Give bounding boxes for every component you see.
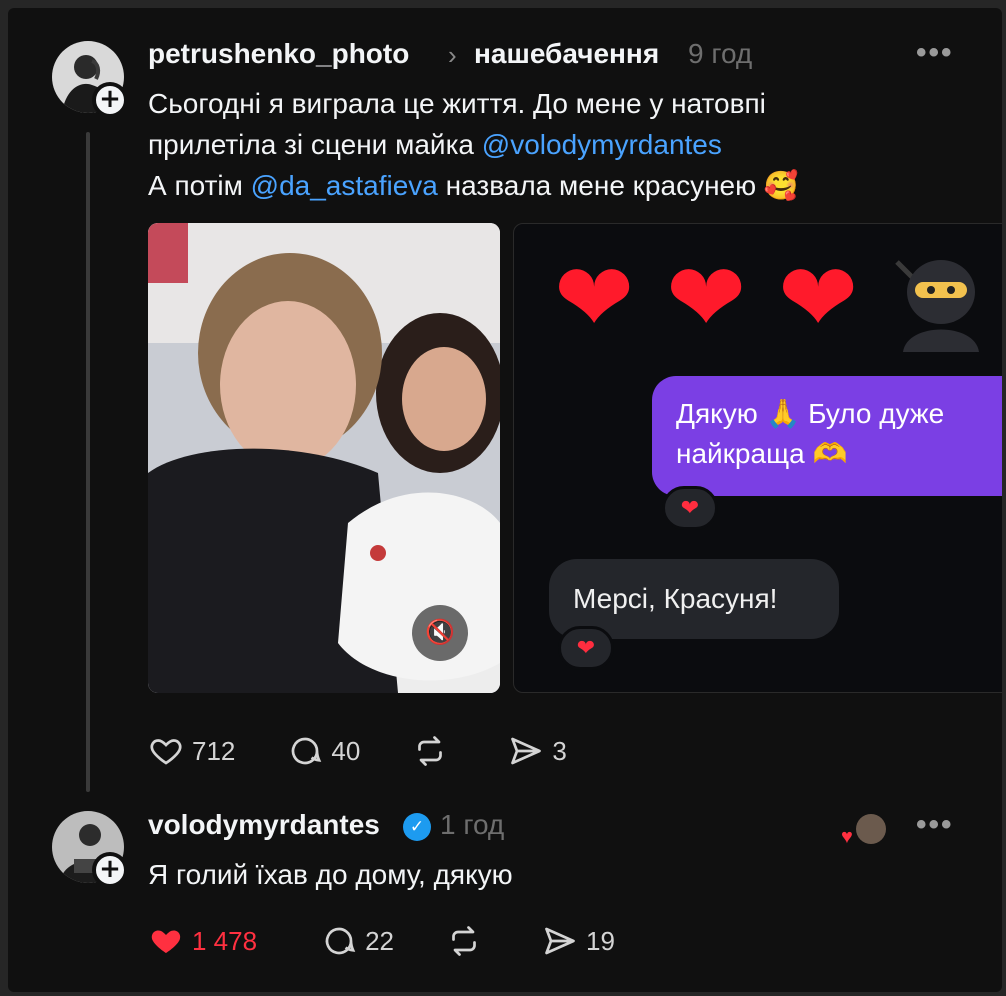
video-media[interactable]: 🔇 [148, 223, 500, 693]
like-count: 712 [192, 735, 236, 766]
share-button[interactable]: 3 [508, 733, 567, 769]
post-text-fragment: А потім [148, 170, 251, 201]
post-body: Сьогодні я виграла це життя. До мене у н… [148, 83, 968, 206]
reply-actions: 1 478 22 19 [148, 923, 667, 959]
heart-filled-icon [151, 930, 181, 953]
post-username[interactable]: petrushenko_photo [148, 38, 409, 70]
share-button[interactable]: 19 [542, 923, 615, 959]
send-icon [545, 927, 575, 955]
chat-screenshot-media[interactable]: ❤ ❤ ❤ Дякую 🙏 Було дуже найкраща 🫶 ❤ Мер… [513, 223, 1002, 693]
post-line-3: А потім @da_astafieva назвала мене красу… [148, 165, 968, 206]
liker-avatar [856, 814, 886, 844]
red-heart-emoji: ❤ [666, 245, 747, 352]
comment-count: 40 [331, 735, 361, 766]
reply-body: Я голий їхав до дому, дякую [148, 859, 513, 890]
muted-speaker-icon[interactable]: 🔇 [412, 605, 468, 661]
post-actions: 712 40 3 [148, 733, 619, 769]
red-heart-emoji: ❤ [554, 245, 635, 352]
liked-by-author-heart-icon: ♥ [841, 826, 853, 848]
like-count: 1 478 [192, 925, 258, 956]
heart-reaction-icon: ❤ [662, 486, 718, 530]
share-count: 3 [552, 735, 567, 766]
follow-plus-icon[interactable]: + [92, 852, 128, 888]
heart-reaction-icon: ❤ [558, 626, 614, 670]
post-line-2: прилетіла зі сцени майка @volodymyrdante… [148, 124, 968, 165]
verified-badge-icon: ✓ [403, 813, 431, 841]
thread-line [86, 132, 90, 792]
repost-icon [418, 736, 443, 766]
send-icon [511, 737, 542, 765]
sent-message-line: Дякую 🙏 Було дуже [676, 398, 945, 429]
reply-time: 1 год [440, 809, 505, 840]
comment-button[interactable]: 40 [287, 733, 360, 769]
heart-outline-icon [150, 739, 182, 765]
comment-icon [325, 927, 356, 955]
comment-button[interactable]: 22 [321, 923, 394, 959]
smiling-hearts-emoji: 🥰 [763, 170, 799, 201]
mention-link[interactable]: @da_astafieva [251, 170, 438, 201]
chevron-right-icon: › [448, 40, 457, 70]
topic-tag[interactable]: нашебачення [474, 38, 659, 70]
like-button[interactable]: 1 478 [148, 923, 257, 959]
post-line-1: Сьогодні я виграла це життя. До мене у н… [148, 88, 766, 119]
red-heart-emoji: ❤ [778, 245, 859, 352]
more-options-icon[interactable]: ••• [916, 808, 954, 842]
ninja-emoji-icon [895, 260, 979, 352]
post-text-fragment: прилетіла зі сцени майка [148, 129, 482, 160]
follow-plus-icon[interactable]: + [92, 82, 128, 118]
post-time: 9 год [688, 38, 753, 69]
more-options-icon[interactable]: ••• [916, 36, 954, 70]
repost-icon [452, 926, 476, 956]
reply-username[interactable]: volodymyrdantes [148, 809, 380, 841]
sent-message-bubble: Дякую 🙏 Було дуже найкраща 🫶 [652, 376, 1002, 496]
post-text-fragment: назвала мене красунею [437, 170, 757, 201]
comment-count: 22 [365, 925, 394, 956]
like-button[interactable]: 712 [148, 733, 235, 769]
share-count: 19 [586, 925, 615, 956]
sent-message-line: найкраща 🫶 [676, 438, 848, 469]
repost-button[interactable] [446, 923, 490, 959]
threads-feed: + petrushenko_photo › нашебачення 9 год … [8, 8, 1002, 992]
mention-link[interactable]: @volodymyrdantes [482, 129, 722, 160]
repost-button[interactable] [412, 733, 456, 769]
comment-icon [292, 737, 322, 765]
